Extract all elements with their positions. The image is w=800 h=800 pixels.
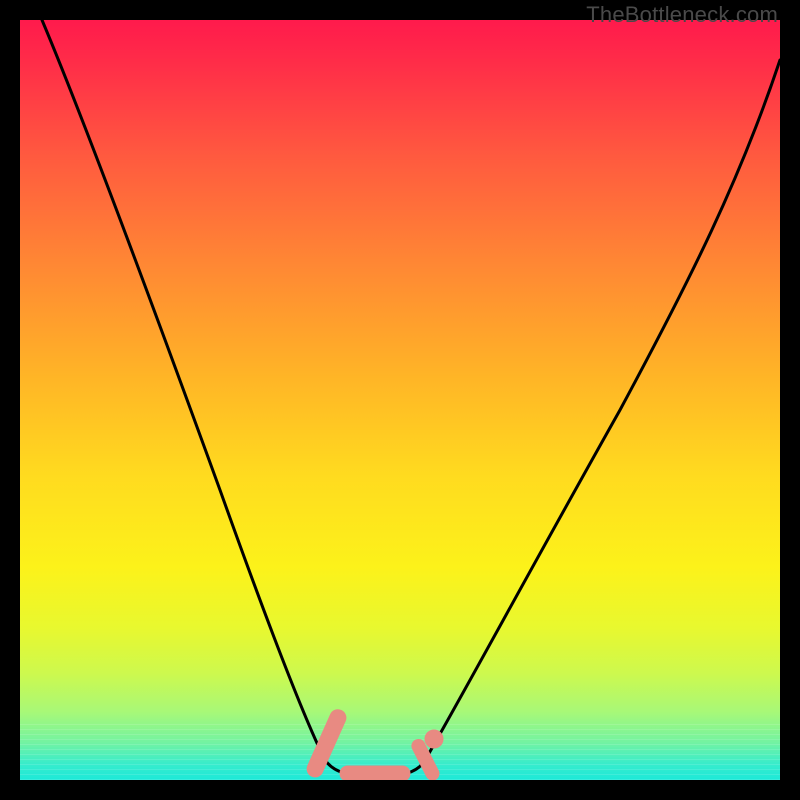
curve-layer bbox=[20, 20, 780, 780]
plot-area bbox=[20, 20, 780, 780]
bottleneck-curve bbox=[42, 20, 780, 776]
marker-capsule-bottom bbox=[340, 766, 410, 780]
chart-frame: TheBottleneck.com bbox=[0, 0, 800, 800]
marker-group bbox=[305, 707, 443, 780]
attribution-text: TheBottleneck.com bbox=[586, 2, 778, 28]
marker-dot bbox=[425, 730, 443, 748]
